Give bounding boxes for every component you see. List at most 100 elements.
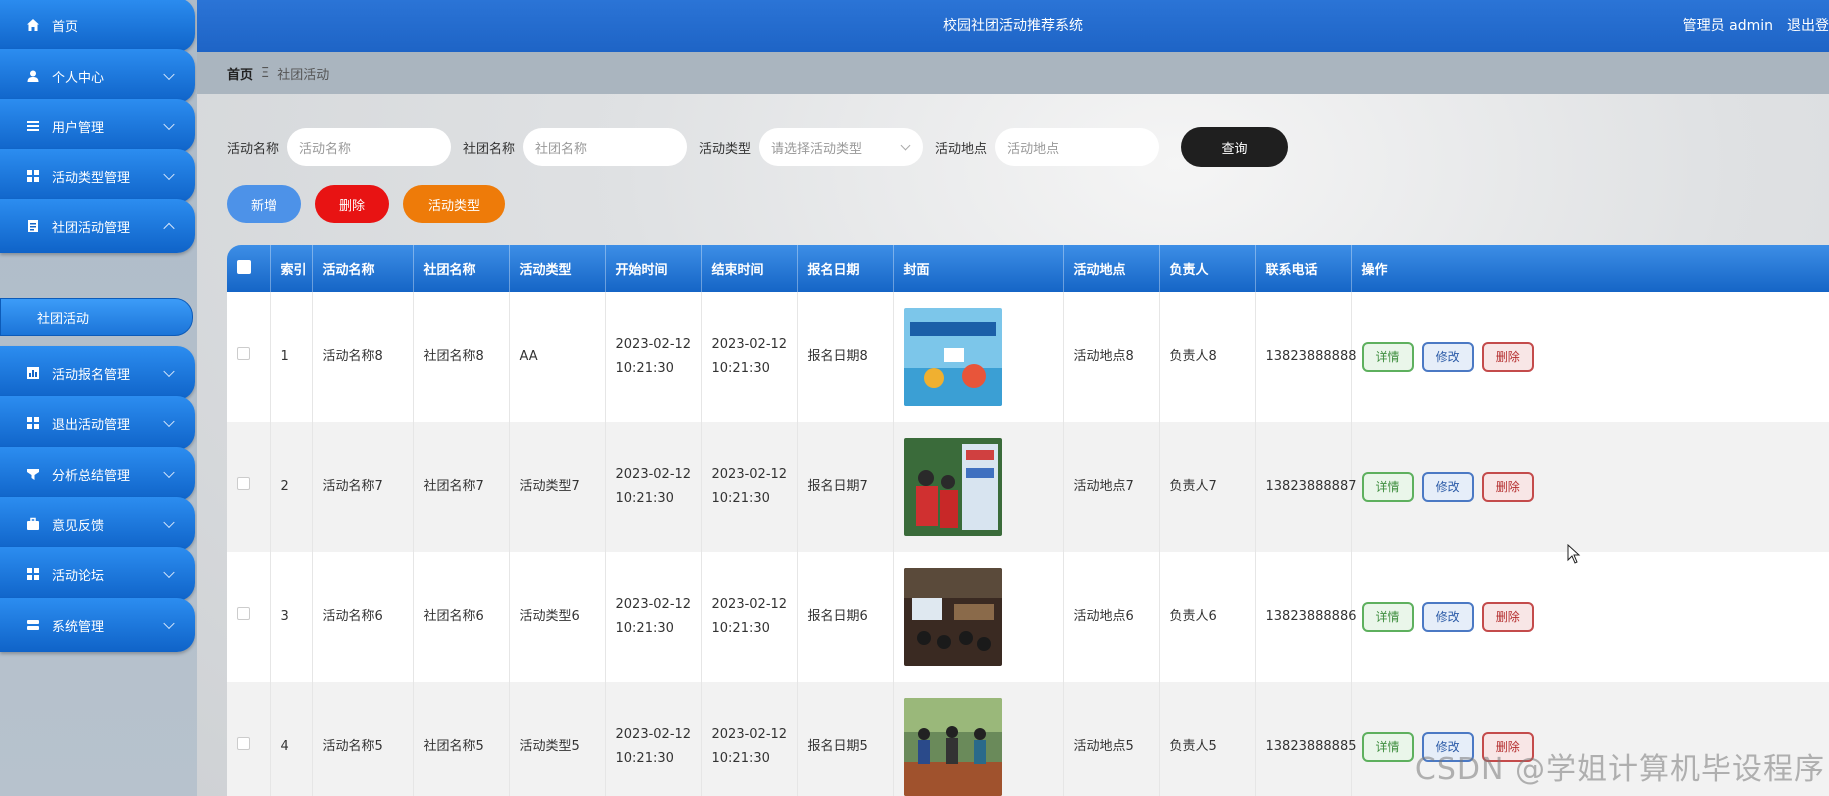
breadcrumb-home[interactable]: 首页 xyxy=(227,64,253,83)
table-row: 2 活动名称7 社团名称7 活动类型7 2023-02-12 10:21:30 … xyxy=(227,422,1829,552)
logout-link[interactable]: 退出登录 xyxy=(1787,15,1829,35)
delete-button[interactable]: 删除 xyxy=(1481,472,1534,502)
detail-button[interactable]: 详情 xyxy=(1361,342,1414,372)
column-header: 活动类型 xyxy=(509,245,606,292)
select-all-checkbox[interactable] xyxy=(237,259,251,274)
sidebar-item-label: 用户管理 xyxy=(52,120,105,136)
row-checkbox[interactable] xyxy=(237,607,250,620)
main-content: 活动名称 活动名称 社团名称 社团名称 活动类型 请选择活动类型 活动地点 活动… xyxy=(197,94,1829,796)
signup-date-cell: 报名日期7 xyxy=(797,422,894,552)
grid-icon xyxy=(26,169,40,183)
sidebar-item-quit-activities[interactable]: 退出活动管理 xyxy=(0,396,195,450)
phone-cell: 13823888885 xyxy=(1255,682,1356,796)
sidebar-item-label: 首页 xyxy=(52,19,79,35)
operation-cell: 详情 修改 删除 xyxy=(1351,552,1829,682)
start-time-cell: 2023-02-12 10:21:30 xyxy=(605,552,702,682)
edit-button[interactable]: 修改 xyxy=(1421,602,1474,632)
user-icon xyxy=(26,69,40,83)
signup-date-cell: 报名日期5 xyxy=(797,682,894,796)
start-time-cell: 2023-02-12 10:21:30 xyxy=(605,292,702,422)
detail-button[interactable]: 详情 xyxy=(1361,732,1414,762)
cover-cell xyxy=(893,422,1064,552)
sidebar: 首页 个人中心 用户管理 活动类型管理 社团活动管理 社团活动 活动报名管理 退… xyxy=(0,0,197,796)
column-header: 社团名称 xyxy=(413,245,510,292)
detail-button[interactable]: 详情 xyxy=(1361,602,1414,632)
sidebar-item-activity-types[interactable]: 活动类型管理 xyxy=(0,149,195,203)
detail-button[interactable]: 详情 xyxy=(1361,472,1414,502)
search-bar: 活动名称 活动名称 社团名称 社团名称 活动类型 请选择活动类型 活动地点 活动… xyxy=(227,127,1289,167)
activity-type-select-value: 请选择活动类型 xyxy=(771,141,863,157)
activity-type-button[interactable]: 活动类型 xyxy=(403,185,505,223)
delete-button[interactable]: 删除 xyxy=(1481,342,1534,372)
edit-button[interactable]: 修改 xyxy=(1421,472,1474,502)
sidebar-item-forum[interactable]: 活动论坛 xyxy=(0,547,195,601)
sidebar-item-system[interactable]: 系统管理 xyxy=(0,598,195,652)
breadcrumb: 首页 Ξ 社团活动 xyxy=(197,52,1829,94)
cover-cell xyxy=(893,552,1064,682)
end-time-cell: 2023-02-12 10:21:30 xyxy=(701,552,798,682)
chevron-down-icon xyxy=(163,466,175,479)
cover-image xyxy=(903,438,1002,536)
sidebar-item-label: 分析总结管理 xyxy=(52,468,131,484)
watermark: CSDN @学姐计算机毕设程序 xyxy=(1414,752,1825,787)
edit-button[interactable]: 修改 xyxy=(1421,342,1474,372)
column-header: 结束时间 xyxy=(701,245,798,292)
operation-cell: 详情 修改 删除 xyxy=(1351,292,1829,422)
phone-cell: 13823888888 xyxy=(1255,292,1356,422)
sidebar-item-home[interactable]: 首页 xyxy=(0,0,195,52)
sidebar-item-users[interactable]: 用户管理 xyxy=(0,99,195,153)
sidebar-subitem-label: 社团活动 xyxy=(37,311,90,327)
chevron-down-icon xyxy=(163,365,175,378)
activity-place-label: 活动地点 xyxy=(935,141,988,157)
chevron-down-icon xyxy=(163,118,175,131)
activity-name-input[interactable]: 活动名称 xyxy=(287,128,452,166)
chevron-down-icon xyxy=(900,140,911,151)
activity-type-select[interactable]: 请选择活动类型 xyxy=(759,128,924,166)
index-cell: 3 xyxy=(270,552,313,682)
column-header: 索引 xyxy=(270,245,313,292)
row-checkbox[interactable] xyxy=(237,737,250,750)
sidebar-item-label: 活动类型管理 xyxy=(52,170,131,186)
column-header: 报名日期 xyxy=(797,245,894,292)
cover-cell xyxy=(893,292,1064,422)
chevron-down-icon xyxy=(163,68,175,81)
sidebar-item-analysis[interactable]: 分析总结管理 xyxy=(0,447,195,501)
table-header-row: 索引 活动名称 社团名称 活动类型 开始时间 结束时间 报名日期 封面 活动地点… xyxy=(227,245,1829,292)
sidebar-item-feedback[interactable]: 意见反馈 xyxy=(0,497,195,551)
chevron-down-icon xyxy=(163,168,175,181)
activity-place-input[interactable]: 活动地点 xyxy=(995,128,1160,166)
chevron-down-icon xyxy=(163,516,175,529)
sidebar-item-label: 意见反馈 xyxy=(52,518,105,534)
batch-delete-button[interactable]: 删除 xyxy=(315,185,389,223)
row-checkbox[interactable] xyxy=(237,347,250,360)
sidebar-subitem-club-activity[interactable]: 社团活动 xyxy=(0,298,193,336)
query-button[interactable]: 查询 xyxy=(1181,127,1289,167)
place-cell: 活动地点6 xyxy=(1063,552,1160,682)
chart-icon xyxy=(26,366,40,380)
start-time-cell: 2023-02-12 10:21:30 xyxy=(605,422,702,552)
place-cell: 活动地点8 xyxy=(1063,292,1160,422)
club-name-input[interactable]: 社团名称 xyxy=(523,128,688,166)
club-name-cell: 社团名称8 xyxy=(413,292,510,422)
mouse-cursor-icon xyxy=(1567,544,1581,564)
sidebar-item-label: 退出活动管理 xyxy=(52,417,131,433)
table-row: 1 活动名称8 社团名称8 AA 2023-02-12 10:21:30 202… xyxy=(227,292,1829,422)
sidebar-item-profile[interactable]: 个人中心 xyxy=(0,49,195,103)
leader-cell: 负责人6 xyxy=(1159,552,1256,682)
club-name-label: 社团名称 xyxy=(463,141,516,157)
leader-cell: 负责人7 xyxy=(1159,422,1256,552)
breadcrumb-current: 社团活动 xyxy=(277,67,330,83)
activity-name-label: 活动名称 xyxy=(227,141,280,157)
leader-cell: 负责人8 xyxy=(1159,292,1256,422)
sidebar-item-signups[interactable]: 活动报名管理 xyxy=(0,346,195,400)
activity-type-cell: AA xyxy=(509,292,606,422)
column-header: 封面 xyxy=(893,245,1064,292)
add-button[interactable]: 新增 xyxy=(227,185,301,223)
column-header: 开始时间 xyxy=(605,245,702,292)
leader-cell: 负责人5 xyxy=(1159,682,1256,796)
delete-button[interactable]: 删除 xyxy=(1481,602,1534,632)
sidebar-item-club-activities[interactable]: 社团活动管理 xyxy=(0,199,195,253)
row-select-cell xyxy=(227,682,271,796)
place-cell: 活动地点5 xyxy=(1063,682,1160,796)
row-checkbox[interactable] xyxy=(237,477,250,490)
